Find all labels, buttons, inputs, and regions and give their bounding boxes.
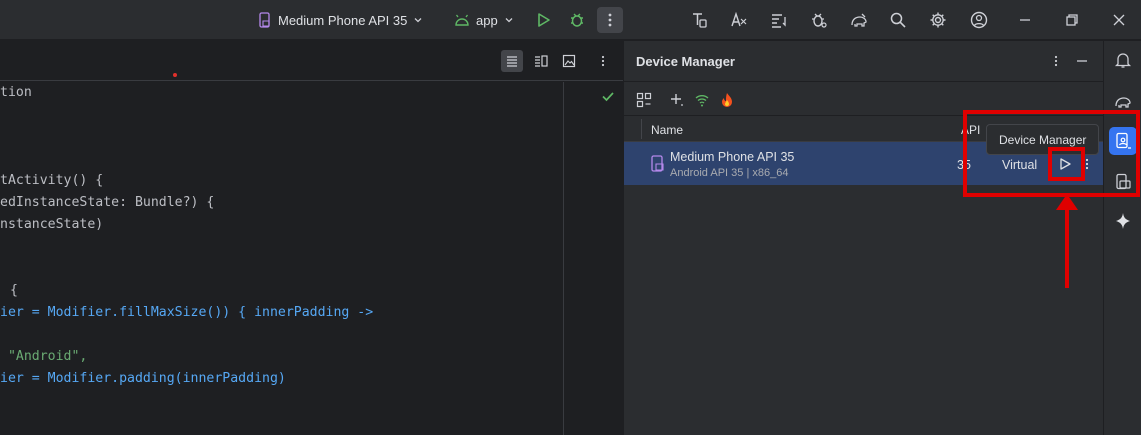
add-device-button[interactable] [668, 91, 686, 109]
code-editor[interactable]: tion tActivity() { edInstanceState: Bund… [0, 41, 623, 435]
panel-options-button[interactable] [1047, 52, 1065, 70]
run-config-selector[interactable]: app [454, 0, 520, 40]
code-line: tActivity() { [0, 173, 104, 188]
split-icon [535, 55, 548, 67]
flame-icon [722, 93, 732, 107]
panel-title: Device Manager [636, 54, 735, 69]
column-divider [641, 119, 642, 139]
hide-panel-button[interactable] [1073, 52, 1091, 70]
close-window-button[interactable] [1106, 7, 1132, 33]
notifications-button[interactable] [1109, 46, 1137, 74]
change-marker [173, 73, 177, 77]
translate-icon [731, 11, 747, 27]
editor-right-gutter [563, 82, 564, 435]
device-selector-label: Medium Phone API 35 [278, 12, 408, 28]
more-vertical-icon [608, 13, 612, 27]
bug-settings-icon [812, 13, 827, 28]
firebase-button[interactable] [718, 91, 736, 109]
device-name: Medium Phone API 35 [670, 150, 795, 164]
minimize-button[interactable] [1012, 7, 1038, 33]
minimize-icon [1020, 19, 1030, 21]
list-sync-icon [772, 14, 786, 28]
annotation-play-highlight [1048, 147, 1085, 181]
code-view-button[interactable] [501, 50, 523, 72]
design-view-button[interactable] [558, 50, 580, 72]
play-icon [538, 13, 550, 27]
code-line: tion [0, 85, 32, 100]
sync-files-button[interactable] [766, 7, 792, 33]
chevron-down-icon [505, 18, 513, 23]
phone-icon [651, 155, 664, 172]
group-devices-button[interactable] [635, 91, 653, 109]
editor-toolbar [0, 41, 623, 81]
bell-icon [1114, 53, 1132, 68]
wifi-icon [695, 95, 709, 107]
more-vertical-icon [601, 55, 605, 67]
minimize-icon [1077, 60, 1087, 62]
layout-inspector-button[interactable] [686, 7, 712, 33]
translate-button[interactable] [726, 7, 752, 33]
account-button[interactable] [966, 7, 992, 33]
more-actions-button[interactable] [597, 7, 623, 33]
editor-more-button[interactable] [592, 50, 614, 72]
code-line: edInstanceState: Bundle?) { [0, 195, 215, 210]
right-tool-strip [1103, 41, 1141, 435]
restore-icon [1066, 14, 1078, 26]
pair-wifi-button[interactable] [693, 91, 711, 109]
device-details: Android API 35 | x86_64 [670, 167, 789, 179]
text-frame-icon [693, 13, 707, 28]
device-selector[interactable]: Medium Phone API 35 [258, 0, 428, 40]
run-button[interactable] [530, 7, 556, 33]
check-icon [602, 92, 614, 102]
column-header-name[interactable]: Name [651, 123, 683, 137]
sparkle-icon [1116, 213, 1130, 229]
more-vertical-icon [1054, 55, 1058, 67]
code-line: { [10, 283, 18, 298]
code-line: "Android", [0, 349, 88, 364]
elephant-icon [851, 13, 867, 27]
code-line: ier = Modifier.fillMaxSize()) { innerPad… [0, 305, 374, 320]
settings-button[interactable] [925, 7, 951, 33]
gemini-button[interactable] [1109, 207, 1137, 235]
chevron-down-icon [414, 18, 422, 23]
grid-icon [636, 92, 652, 108]
debug-button[interactable] [564, 7, 590, 33]
annotation-arrow [1056, 194, 1078, 288]
device-manager-panel: Device Manager Name API Medium Phone API… [623, 41, 1104, 435]
code-line: nstanceState) [0, 217, 104, 232]
user-icon [970, 11, 988, 29]
device-manager-header: Device Manager [624, 41, 1104, 82]
bug-icon [571, 13, 583, 27]
close-icon [1113, 14, 1125, 26]
gear-icon [930, 12, 946, 28]
restore-button[interactable] [1059, 7, 1085, 33]
gradle-sync-button[interactable] [846, 7, 872, 33]
image-icon [562, 54, 576, 68]
app-quality-button[interactable] [806, 7, 832, 33]
android-icon [455, 14, 469, 26]
lines-icon [507, 56, 517, 67]
code-line: ier = Modifier.padding(innerPadding) [0, 371, 286, 386]
run-config-label: app [476, 12, 498, 28]
title-bar: Medium Phone API 35 app [0, 0, 1141, 40]
search-icon [890, 12, 906, 28]
elephant-icon [1115, 97, 1131, 108]
plus-icon [671, 94, 683, 106]
search-button[interactable] [885, 7, 911, 33]
phone-icon [259, 12, 270, 28]
split-view-button[interactable] [530, 50, 552, 72]
